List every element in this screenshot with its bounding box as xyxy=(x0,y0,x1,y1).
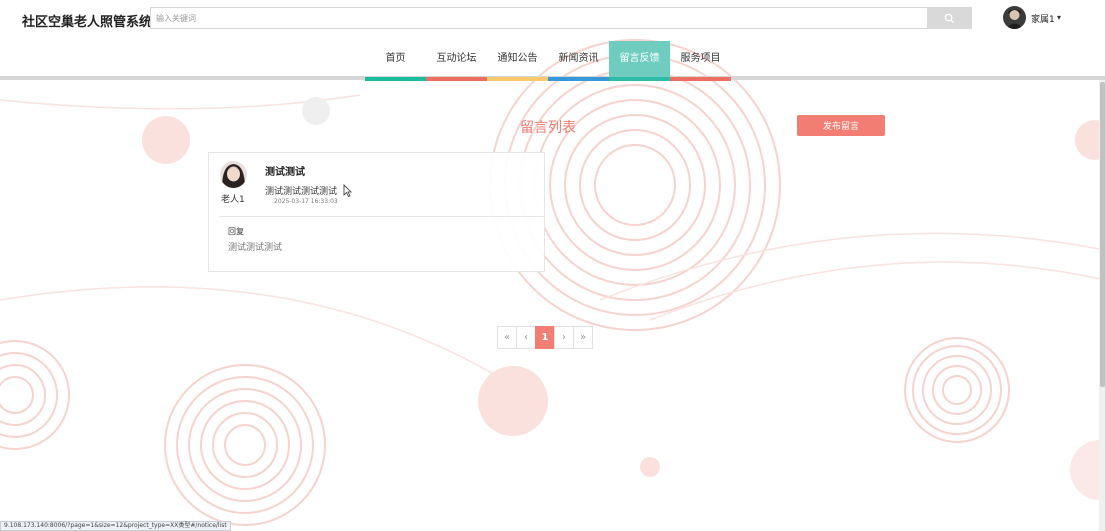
user-avatar[interactable] xyxy=(1003,6,1026,29)
nav-item-underline xyxy=(548,77,609,81)
nav-item-label: 首页 xyxy=(385,53,406,64)
nav-item-forum[interactable]: 互动论坛 xyxy=(426,41,487,81)
mouse-cursor-icon xyxy=(343,184,352,197)
message-content: 测试测试测试测试 xyxy=(265,187,338,197)
message-card: 老人1 测试测试 测试测试测试测试 2025-03-17 16:33:03 回复… xyxy=(208,152,545,272)
nav-item-underline xyxy=(609,77,670,81)
nav-item-feedback[interactable]: 留言反馈 xyxy=(609,41,670,81)
nav-item-notice[interactable]: 通知公告 xyxy=(487,41,548,81)
publish-message-button[interactable]: 发布留言 xyxy=(797,115,885,136)
nav-item-label: 新闻资讯 xyxy=(558,53,599,64)
reply-label: 回复 xyxy=(228,227,244,236)
page-number-button[interactable]: 1 xyxy=(535,326,555,349)
site-title: 社区空巢老人照管系统 xyxy=(22,15,153,30)
page-title: 留言列表 xyxy=(520,120,576,136)
search-button[interactable] xyxy=(927,7,972,29)
pagination: « ‹ 1 › » xyxy=(497,326,593,349)
message-author: 老人1 xyxy=(221,195,245,205)
page-prev-button[interactable]: ‹ xyxy=(516,326,536,349)
page-first-button[interactable]: « xyxy=(497,326,517,349)
page-next-button[interactable]: › xyxy=(554,326,574,349)
nav-item-services[interactable]: 服务项目 xyxy=(670,41,731,81)
avatar xyxy=(220,161,247,188)
username[interactable]: 家属1 xyxy=(1031,12,1055,25)
main-nav: 首页 互动论坛 通知公告 新闻资讯 留言反馈 服务项目 xyxy=(0,41,1105,81)
page-last-button[interactable]: » xyxy=(573,326,593,349)
nav-item-label: 服务项目 xyxy=(680,53,721,64)
nav-item-news[interactable]: 新闻资讯 xyxy=(548,41,609,81)
nav-item-label: 互动论坛 xyxy=(436,53,477,64)
nav-item-underline xyxy=(365,77,426,81)
reply-content: 测试测试测试 xyxy=(228,243,283,253)
message-title: 测试测试 xyxy=(265,167,305,178)
search-icon xyxy=(944,13,955,23)
message-time: 2025-03-17 16:33:03 xyxy=(274,198,338,205)
chevron-down-icon[interactable]: ▾ xyxy=(1057,13,1061,22)
nav-item-underline xyxy=(426,77,487,81)
nav-item-label: 留言反馈 xyxy=(619,53,660,64)
header: 社区空巢老人照管系统 家属1 ▾ xyxy=(0,0,1105,38)
search-input[interactable] xyxy=(150,7,927,29)
nav-item-label: 通知公告 xyxy=(497,53,538,64)
scrollbar-thumb[interactable] xyxy=(1100,82,1105,387)
nav-item-underline xyxy=(487,77,548,81)
status-bar-url: 9.108.173.140:8006/?page=1&size=12&proje… xyxy=(0,521,231,531)
nav-item-underline xyxy=(670,77,731,81)
nav-item-home[interactable]: 首页 xyxy=(365,41,426,81)
card-divider xyxy=(219,216,544,217)
